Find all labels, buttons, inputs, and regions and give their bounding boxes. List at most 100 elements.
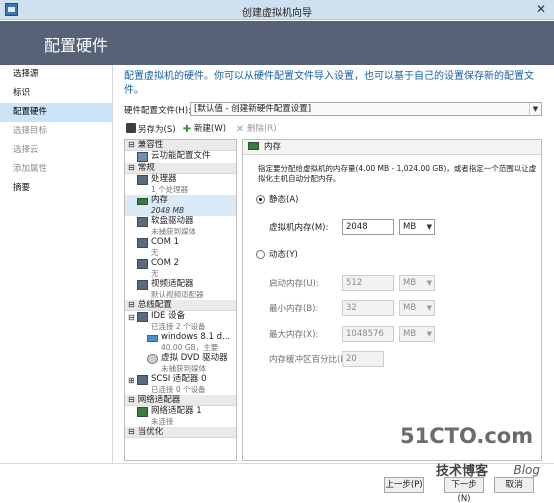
tree-item-sublabel: 1 个处理器 <box>151 185 189 194</box>
chevron-down-icon: ▼ <box>529 103 541 115</box>
collapse-icon[interactable]: ⊟ <box>128 140 135 150</box>
memory-icon <box>248 142 259 150</box>
tree-item-memory[interactable]: 内存 2048 MB <box>125 195 236 216</box>
tree-item-video-adapter[interactable]: 视频适配器 默认视频适配器 <box>125 279 236 300</box>
tree-item-processor[interactable]: 处理器 1 个处理器 <box>125 174 236 195</box>
tree-item-label: COM 2 <box>151 258 180 268</box>
radio-selected-icon <box>256 195 265 204</box>
tree-item-label: SCSI 适配器 0 <box>151 374 207 384</box>
tree-category-network[interactable]: ⊟ 网络适配器 <box>125 395 236 406</box>
tree-item-floppy[interactable]: 软盘驱动器 未捕获到媒体 <box>125 216 236 237</box>
radio-label: 动态(Y) <box>269 250 298 260</box>
vm-memory-input[interactable]: 2048 <box>342 219 394 235</box>
memory-description: 指定要分配给虚拟机的内存量(4.00 MB - 1,024.00 GB)，或者指… <box>258 164 537 183</box>
tree-item-ide[interactable]: ⊟ IDE 设备 已连接 2 个设备 <box>125 311 236 332</box>
hardware-profile-value: [默认值 - 创建新硬件配置设置] <box>194 104 312 114</box>
cloud-profile-icon <box>137 152 148 162</box>
unit-value: MB <box>403 303 417 313</box>
tree-item-label: 处理器 <box>151 174 177 184</box>
panel-header: 内存 <box>243 140 541 155</box>
collapse-icon[interactable]: ⊟ <box>128 300 135 310</box>
vm-memory-label: 虚拟机内存(M): <box>269 223 329 233</box>
close-icon[interactable]: ✕ <box>533 2 549 17</box>
tree-category-compatibility[interactable]: ⊟ 兼容性 <box>125 140 236 151</box>
tree-item-cloud-profile[interactable]: 云功能配置文件 <box>125 151 236 163</box>
nav-item-add-properties: 添加属性 <box>13 164 48 174</box>
tree-item-label: COM 1 <box>151 237 180 247</box>
tree-item-sublabel: 已连接 2 个设备 <box>151 322 206 331</box>
com-port-icon <box>137 259 148 269</box>
collapse-icon[interactable]: ⊟ <box>128 312 135 323</box>
tree-item-dvd[interactable]: 虚拟 DVD 驱动器 未捕获到媒体 <box>125 353 236 374</box>
max-memory-input: 1048576 <box>342 326 394 342</box>
memory-icon <box>137 198 148 205</box>
wizard-steps-nav: 选择源 标识 配置硬件 选择目标 选择云 添加属性 摘要 <box>0 65 113 463</box>
max-memory-unit-select: MB ▼ <box>399 326 435 342</box>
page-title: 配置硬件 <box>44 36 109 55</box>
chevron-down-icon: ▼ <box>426 279 432 287</box>
watermark: 51CTO.com 技术博客 Blog <box>392 424 542 494</box>
memory-buffer-input: 20 <box>342 351 384 367</box>
save-as-label: 另存为(S) <box>138 125 176 135</box>
floppy-icon <box>137 217 148 227</box>
dvd-icon <box>147 354 158 364</box>
collapse-icon[interactable]: ⊟ <box>128 163 135 173</box>
save-as-button[interactable]: 另存为(S) <box>126 123 176 137</box>
tree-item-label: 视频适配器 <box>151 279 194 289</box>
min-memory-unit-select: MB ▼ <box>399 300 435 316</box>
hardware-profile-label: 硬件配置文件(H): <box>124 106 191 116</box>
static-memory-radio[interactable]: 静态(A) <box>256 195 298 206</box>
nav-item-select-source[interactable]: 选择源 <box>0 65 112 84</box>
tree-category-general[interactable]: ⊟ 常规 <box>125 163 236 174</box>
nav-item-identity[interactable]: 标识 <box>0 84 112 103</box>
processor-icon <box>137 175 148 185</box>
memory-settings-panel: 内存 指定要分配给虚拟机的内存量(4.00 MB - 1,024.00 GB)，… <box>242 139 542 461</box>
vm-memory-unit-select[interactable]: MB ▼ <box>399 219 435 235</box>
profile-toolbar: 另存为(S) ✚ 新建(W) ✕ 删除(R) <box>124 122 544 137</box>
watermark-subtitle: 技术博客 <box>436 464 489 479</box>
tree-item-com1[interactable]: COM 1 无 <box>125 237 236 258</box>
unit-value: MB <box>403 329 417 339</box>
collapse-icon[interactable]: ⊟ <box>128 427 135 437</box>
new-button[interactable]: ✚ 新建(W) <box>182 123 226 136</box>
delete-button: ✕ 删除(R) <box>235 123 277 136</box>
tree-item-nic[interactable]: 网络适配器 1 未连接 <box>125 406 236 427</box>
category-label: 总线配置 <box>137 300 172 310</box>
window-titlebar: 创建虚拟机向导 ✕ <box>0 0 554 20</box>
add-icon: ✚ <box>182 124 192 135</box>
video-adapter-icon <box>137 280 148 290</box>
window-title: 创建虚拟机向导 <box>242 8 312 19</box>
delete-icon: ✕ <box>235 124 245 135</box>
chevron-down-icon: ▼ <box>426 330 432 338</box>
dynamic-memory-radio[interactable]: 动态(Y) <box>256 250 298 261</box>
watermark-blog: Blog <box>513 463 540 477</box>
tree-item-sublabel: 默认视频适配器 <box>151 290 204 299</box>
ide-icon <box>137 312 148 322</box>
collapse-icon[interactable]: ⊟ <box>128 395 135 405</box>
expand-icon[interactable]: ⊞ <box>128 375 135 386</box>
category-label: 当优化 <box>137 427 164 437</box>
nav-item-configure-hardware[interactable]: 配置硬件 <box>0 103 112 122</box>
chevron-down-icon: ▼ <box>426 223 432 231</box>
tree-item-label: IDE 设备 <box>151 311 186 321</box>
delete-label: 删除(R) <box>247 124 277 134</box>
tree-item-sublabel: 无 <box>151 248 159 257</box>
tree-item-label: windows 8.1 d... <box>161 332 231 342</box>
tree-item-scsi[interactable]: ⊞ SCSI 适配器 0 已连接 0 个设备 <box>125 374 236 395</box>
startup-memory-unit-select: MB ▼ <box>399 275 435 291</box>
tree-item-sublabel: 40.00 GB，主要 <box>161 343 219 352</box>
tree-category-bus[interactable]: ⊟ 总线配置 <box>125 300 236 311</box>
memory-buffer-label: 内存缓冲区百分比(E): <box>269 355 352 365</box>
tree-item-vhd[interactable]: windows 8.1 d... 40.00 GB，主要 <box>125 332 236 353</box>
radio-label: 静态(A) <box>269 195 299 205</box>
tree-item-com2[interactable]: COM 2 无 <box>125 258 236 279</box>
hard-disk-icon <box>147 335 158 342</box>
startup-memory-label: 启动内存(U): <box>269 279 319 289</box>
nav-item-summary[interactable]: 摘要 <box>0 179 112 198</box>
tree-category-more[interactable]: ⊟ 当优化 <box>125 427 236 438</box>
category-label: 兼容性 <box>137 140 164 150</box>
tree-item-label: 内存 <box>151 195 169 205</box>
tree-item-sublabel: 无 <box>151 269 159 278</box>
hardware-profile-dropdown[interactable]: [默认值 - 创建新硬件配置设置] ▼ <box>190 102 542 116</box>
tree-item-label: 云功能配置文件 <box>151 151 211 161</box>
